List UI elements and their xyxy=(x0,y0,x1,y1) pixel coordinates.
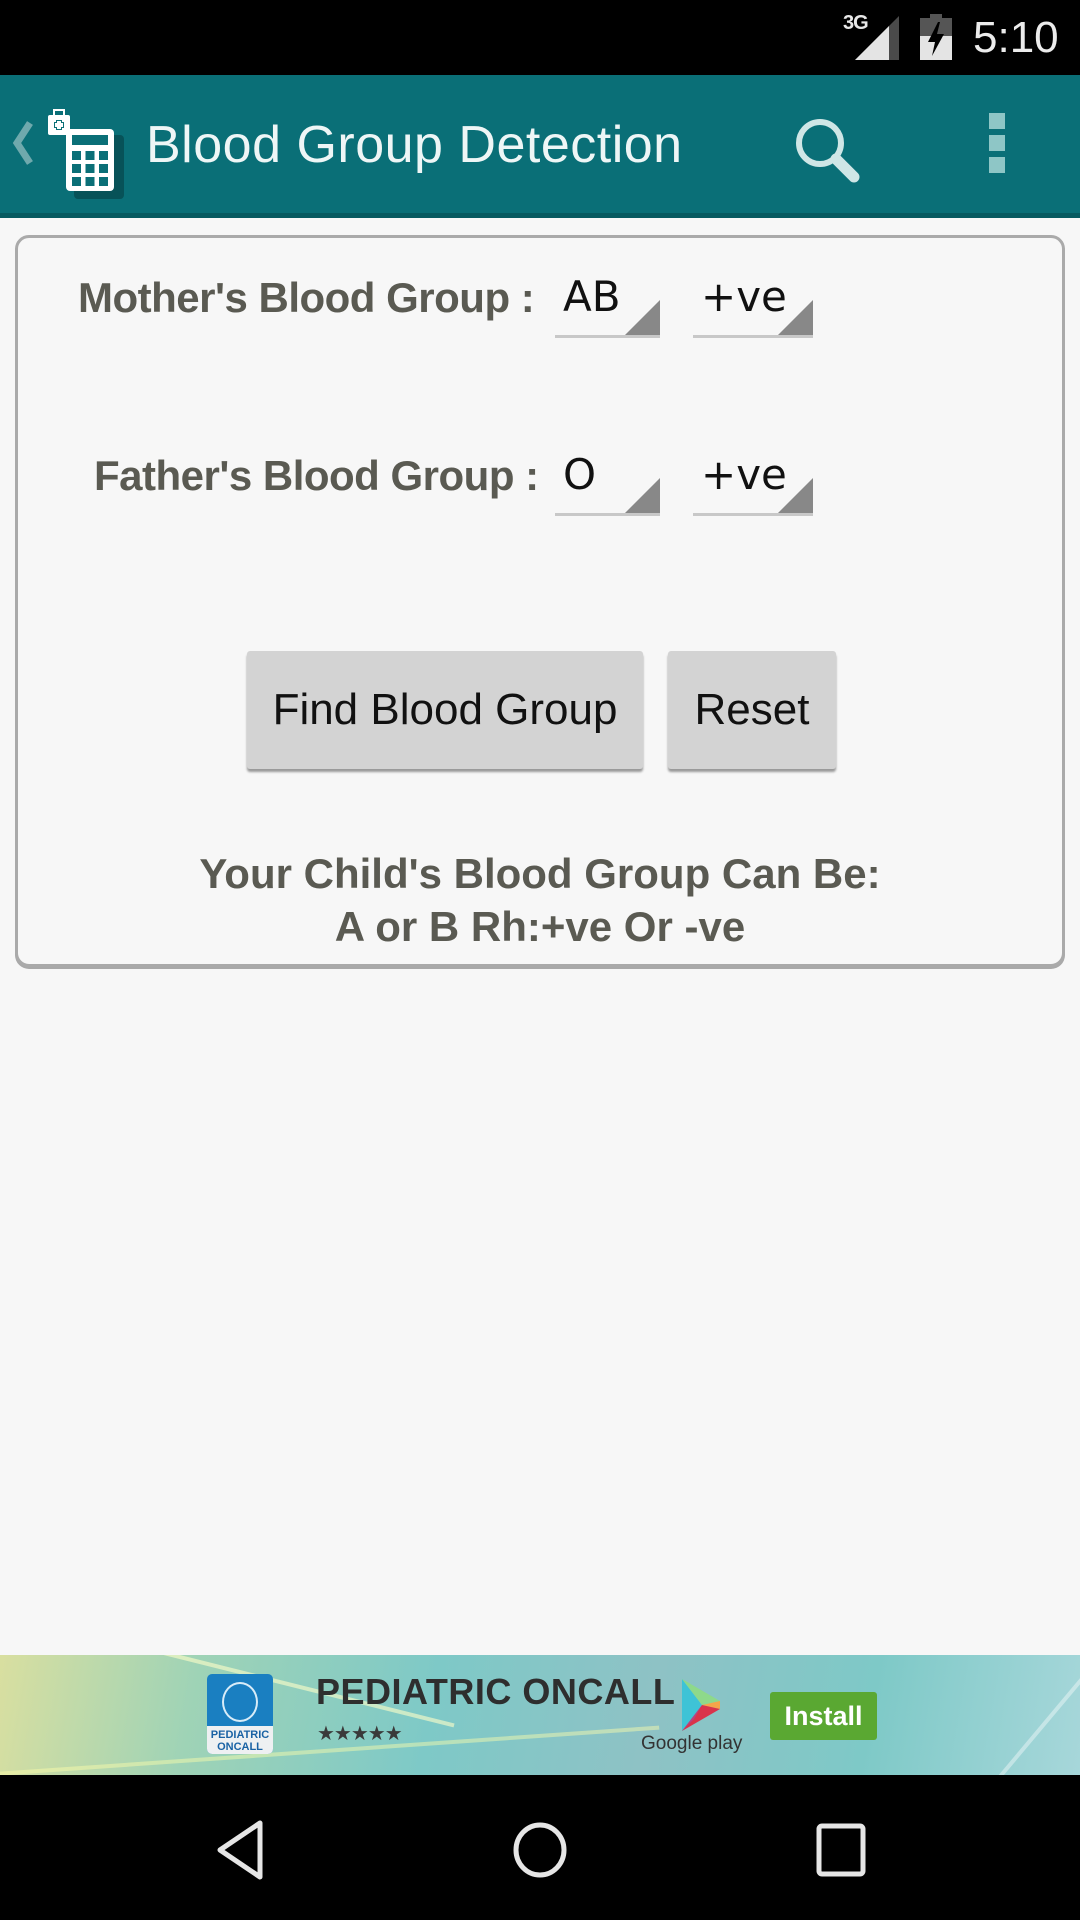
home-nav-icon[interactable] xyxy=(505,1815,575,1885)
battery-charging-icon xyxy=(920,14,952,60)
mother-blood-group-label: Mother's Blood Group : xyxy=(78,274,535,321)
mother-rh-spinner[interactable]: +ve xyxy=(693,268,813,338)
back-icon[interactable] xyxy=(12,121,34,165)
result-heading: Your Child's Blood Group Can Be: xyxy=(199,850,881,897)
signal-icon xyxy=(855,16,899,60)
google-play-icon xyxy=(682,1679,720,1731)
result-value: A or B Rh:+ve Or -ve xyxy=(334,903,746,950)
father-rh-value: +ve xyxy=(701,450,787,499)
overflow-menu-icon[interactable] xyxy=(982,113,1012,183)
reset-button[interactable]: Reset xyxy=(668,651,836,769)
recents-nav-icon[interactable] xyxy=(805,1815,875,1885)
app-bar: Blood Group Detection xyxy=(0,75,1080,218)
father-group-spinner[interactable]: O xyxy=(555,446,660,516)
status-bar: 3G 5:10 xyxy=(0,0,1080,75)
dropdown-arrow-icon xyxy=(778,300,813,335)
mother-group-value: AB xyxy=(563,272,621,321)
ad-brand-name: PEDIATRIC ONCALL xyxy=(316,1671,676,1712)
blood-group-form-card: Mother's Blood Group : AB +ve Father's B… xyxy=(15,235,1065,967)
dropdown-arrow-icon xyxy=(625,478,660,513)
search-icon[interactable] xyxy=(792,115,862,185)
install-button[interactable]: Install xyxy=(770,1692,877,1740)
logo-text: PEDIATRIC ONCALL xyxy=(207,1726,273,1754)
back-nav-icon[interactable] xyxy=(205,1815,275,1885)
mother-rh-value: +ve xyxy=(701,272,787,321)
father-blood-group-label: Father's Blood Group : xyxy=(94,452,539,499)
find-blood-group-button[interactable]: Find Blood Group xyxy=(247,651,643,769)
navigation-bar xyxy=(0,1775,1080,1920)
page-title: Blood Group Detection xyxy=(146,116,683,174)
dropdown-arrow-icon xyxy=(778,478,813,513)
google-play-label: Google play xyxy=(641,1733,743,1754)
father-rh-spinner[interactable]: +ve xyxy=(693,446,813,516)
dropdown-arrow-icon xyxy=(625,300,660,335)
pediatric-oncall-logo: PEDIATRIC ONCALL xyxy=(207,1674,273,1754)
father-group-value: O xyxy=(563,450,597,499)
app-calculator-icon[interactable] xyxy=(46,107,136,199)
clock: 5:10 xyxy=(973,13,1059,62)
ad-banner[interactable]: PEDIATRIC ONCALL PEDIATRIC ONCALL ★★★★★ G… xyxy=(0,1655,1080,1775)
mother-group-spinner[interactable]: AB xyxy=(555,268,660,338)
seal-icon xyxy=(222,1682,258,1722)
rating-stars: ★★★★★ xyxy=(317,1721,403,1745)
